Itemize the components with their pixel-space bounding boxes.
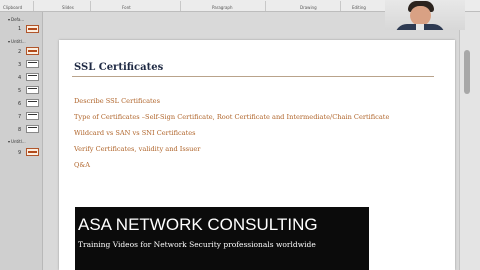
slide-number: 7	[18, 114, 22, 120]
slide-thumbnail[interactable]	[26, 73, 39, 81]
thumbnail-title-bar	[28, 75, 37, 76]
collapse-triangle-icon[interactable]: ▾	[8, 17, 10, 22]
thumbnail-title-bar	[28, 88, 37, 89]
slide-number: 3	[18, 62, 22, 68]
ribbon-group-slides[interactable]: Slides	[62, 5, 74, 10]
thumbnail-title-bar	[28, 101, 37, 102]
slide-number: 5	[18, 88, 22, 94]
presenter-collar	[416, 24, 424, 30]
ribbon-divider	[90, 1, 91, 11]
section-label: Untitl...	[11, 39, 26, 44]
ribbon-divider	[180, 1, 181, 11]
thumbnail-title-bar	[28, 151, 37, 153]
section-header[interactable]: ▾Untitl...	[8, 39, 26, 44]
banner-title: ASA NETWORK CONSULTING	[78, 215, 318, 234]
thumbnail-title-bar	[28, 28, 37, 30]
slide-title[interactable]: SSL Certificates	[74, 62, 163, 73]
section-header[interactable]: ▾Untitl...	[8, 139, 26, 144]
collapse-triangle-icon[interactable]: ▾	[8, 139, 10, 144]
bullet-item[interactable]: Verify Certificates, validity and Issuer	[74, 145, 200, 153]
ribbon-group-clipboard[interactable]: Clipboard	[3, 5, 22, 10]
scrollbar-thumb[interactable]	[464, 50, 470, 94]
bullet-item[interactable]: Q&A	[74, 161, 90, 169]
slide-number: 4	[18, 75, 22, 81]
section-label: Untitl...	[11, 139, 26, 144]
presenter-webcam	[385, 0, 465, 30]
branding-banner: ASA NETWORK CONSULTING Training Videos f…	[75, 207, 369, 270]
bullet-item[interactable]: Describe SSL Certificates	[74, 97, 160, 105]
slide-thumbnail-pane[interactable]: ▾Defa... 1 ▾Untitl... 2 3 4 5 6 7 8 ▾Unt…	[0, 12, 43, 270]
slide-thumbnail[interactable]	[26, 60, 39, 68]
slide-number: 2	[18, 49, 22, 55]
slide-thumbnail[interactable]	[26, 25, 39, 33]
thumbnail-title-bar	[28, 127, 37, 128]
vertical-scrollbar[interactable]	[459, 12, 480, 270]
ribbon-divider	[340, 1, 341, 11]
slide-thumbnail[interactable]	[26, 99, 39, 107]
slide-thumbnail[interactable]	[26, 112, 39, 120]
slide-number: 9	[18, 150, 22, 156]
ribbon-divider	[265, 1, 266, 11]
slide-number: 6	[18, 101, 22, 107]
bullet-item[interactable]: Type of Certificates –Self-Sign Certific…	[74, 113, 389, 121]
slide-thumbnail[interactable]	[26, 47, 39, 55]
thumbnail-title-bar	[28, 114, 37, 115]
ribbon-group-font[interactable]: Font	[122, 5, 131, 10]
section-label: Defa...	[11, 17, 25, 22]
bullet-item[interactable]: Wildcard vs SAN vs SNI Certificates	[74, 129, 196, 137]
slide-number: 1	[18, 26, 22, 32]
slide-thumbnail[interactable]	[26, 125, 39, 133]
slide-thumbnail[interactable]	[26, 86, 39, 94]
thumbnail-title-bar	[28, 62, 37, 63]
section-header[interactable]: ▾Defa...	[8, 17, 24, 22]
collapse-triangle-icon[interactable]: ▾	[8, 39, 10, 44]
thumbnail-title-bar	[28, 50, 37, 52]
slide-number: 8	[18, 127, 22, 133]
slide-thumbnail[interactable]	[26, 148, 39, 156]
ribbon-group-drawing[interactable]: Drawing	[300, 5, 317, 10]
presenter-face	[410, 6, 431, 26]
ribbon-divider	[33, 1, 34, 11]
ribbon-group-paragraph[interactable]: Paragraph	[212, 5, 233, 10]
banner-subtitle: Training Videos for Network Security pro…	[78, 240, 316, 249]
title-underline	[72, 76, 434, 77]
ribbon-group-editing[interactable]: Editing	[352, 5, 366, 10]
